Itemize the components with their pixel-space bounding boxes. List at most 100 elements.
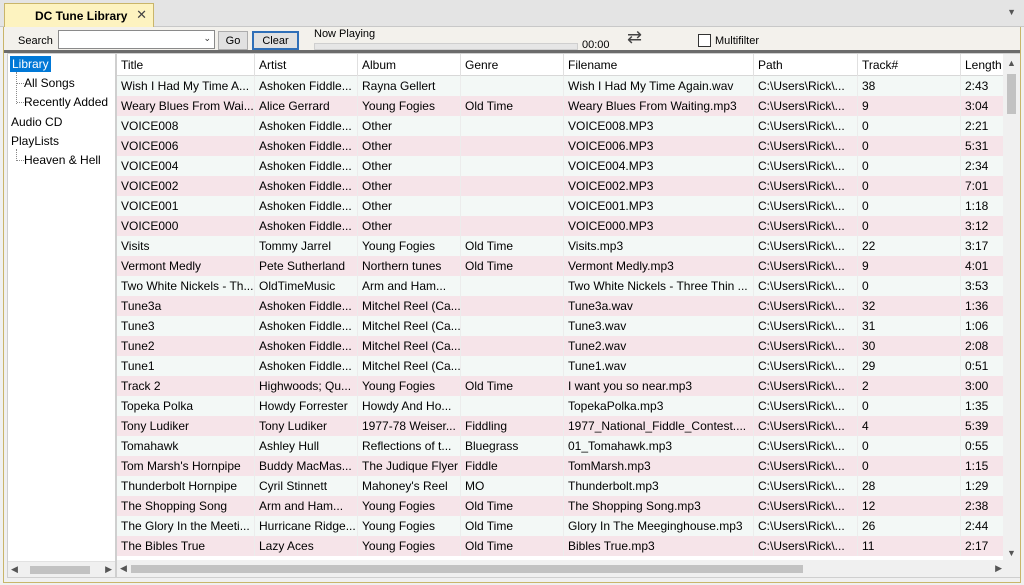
column-header-filename[interactable]: Filename xyxy=(564,54,754,76)
column-header-path[interactable]: Path xyxy=(754,54,858,76)
shuffle-icon[interactable]: ⇄ xyxy=(627,27,642,48)
cell-genre xyxy=(461,136,564,156)
scroll-down-icon[interactable]: ▼ xyxy=(1007,548,1016,558)
table-row[interactable]: Tune1 Ashoken Fiddle... Mitchel Reel (Ca..… xyxy=(117,356,1011,376)
cell-artist: Ashoken Fiddle... xyxy=(255,216,358,236)
scrollbar-thumb[interactable] xyxy=(1007,74,1016,114)
cell-filename: 01_Tomahawk.mp3 xyxy=(564,436,754,456)
column-header-title[interactable]: Title xyxy=(117,54,255,76)
table-row[interactable]: VOICE001 Ashoken Fiddle... Other VOICE001.M… xyxy=(117,196,1011,216)
scroll-left-icon[interactable]: ◀ xyxy=(120,563,127,574)
cell-title: Weary Blues From Wai... xyxy=(117,96,255,116)
tree-item-playlists[interactable]: PlayLists xyxy=(11,133,59,149)
table-row[interactable]: Topeka Polka Howdy Forrester Howdy And Ho.… xyxy=(117,396,1011,416)
go-button[interactable]: Go xyxy=(218,31,248,50)
cell-album: 1977-78 Weiser... xyxy=(358,416,461,436)
cell-path: C:\Users\Rick\... xyxy=(754,76,858,96)
table-row[interactable]: Thunderbolt Hornpipe Cyril Stinnett Mahone… xyxy=(117,476,1011,496)
cell-filename: TomMarsh.mp3 xyxy=(564,456,754,476)
column-header-track[interactable]: Track# xyxy=(858,54,961,76)
table-row[interactable]: Tony Ludiker Tony Ludiker 1977-78 Weiser..… xyxy=(117,416,1011,436)
cell-title: Topeka Polka xyxy=(117,396,255,416)
cell-title: VOICE008 xyxy=(117,116,255,136)
cell-artist: Hurricane Ridge... xyxy=(255,516,358,536)
cell-album: Howdy And Ho... xyxy=(358,396,461,416)
cell-title: Tune3 xyxy=(117,316,255,336)
table-row[interactable]: Tomahawk Ashley Hull Reflections of t... Bl… xyxy=(117,436,1011,456)
cell-genre: Fiddle xyxy=(461,456,564,476)
column-header-artist[interactable]: Artist xyxy=(255,54,358,76)
cell-title: Tune2 xyxy=(117,336,255,356)
tree-item-audio-cd[interactable]: Audio CD xyxy=(11,114,62,130)
search-combobox[interactable]: ⌄ xyxy=(58,30,215,49)
cell-track: 11 xyxy=(858,536,961,556)
table-row[interactable]: The Glory In the Meeti... Hurricane Ridge… xyxy=(117,516,1011,536)
table-row[interactable]: Track 2 Highwoods; Qu... Young Fogies Old T… xyxy=(117,376,1011,396)
tree-item-recently-added[interactable]: Recently Added xyxy=(24,94,108,110)
table-row[interactable]: Tom Marsh's Hornpipe Buddy MacMas... The J… xyxy=(117,456,1011,476)
cell-track: 0 xyxy=(858,176,961,196)
table-row[interactable]: Tune3a Ashoken Fiddle... Mitchel Reel (Ca.… xyxy=(117,296,1011,316)
cell-album: Mahoney's Reel xyxy=(358,476,461,496)
cell-genre xyxy=(461,216,564,236)
scroll-right-icon[interactable]: ▶ xyxy=(105,564,112,575)
cell-album: Other xyxy=(358,176,461,196)
cell-title: Tom Marsh's Hornpipe xyxy=(117,456,255,476)
scroll-left-icon[interactable]: ◀ xyxy=(11,564,18,575)
cell-path: C:\Users\Rick\... xyxy=(754,216,858,236)
cell-title: VOICE006 xyxy=(117,136,255,156)
scroll-right-icon[interactable]: ▶ xyxy=(995,563,1002,574)
table-horizontal-scrollbar[interactable]: ◀ ▶ xyxy=(117,560,1005,577)
cell-filename: Vermont Medly.mp3 xyxy=(564,256,754,276)
scroll-up-icon[interactable]: ▲ xyxy=(1007,58,1016,68)
table-row[interactable]: The Bibles True Lazy Aces Young Fogies Old … xyxy=(117,536,1011,556)
table-row[interactable]: VOICE006 Ashoken Fiddle... Other VOICE006.M… xyxy=(117,136,1011,156)
chevron-down-icon[interactable]: ⌄ xyxy=(203,33,211,44)
cell-artist: Ashoken Fiddle... xyxy=(255,76,358,96)
table-row[interactable]: Tune3 Ashoken Fiddle... Mitchel Reel (Ca..… xyxy=(117,316,1011,336)
table-row[interactable]: Wish I Had My Time A... Ashoken Fiddle...… xyxy=(117,76,1011,96)
dropdown-arrow-icon[interactable]: ▼ xyxy=(1007,7,1016,17)
cell-genre: Bluegrass xyxy=(461,436,564,456)
clear-button[interactable]: Clear xyxy=(252,31,299,50)
cell-filename: Tune2.wav xyxy=(564,336,754,356)
tree-horizontal-scrollbar[interactable]: ◀ ▶ xyxy=(8,561,115,577)
table-row[interactable]: Vermont Medly Pete Sutherland Northern tun… xyxy=(117,256,1011,276)
table-row[interactable]: Visits Tommy Jarrel Young Fogies Old Time Vi… xyxy=(117,236,1011,256)
table-vertical-scrollbar[interactable]: ▲ ▼ xyxy=(1003,54,1020,561)
column-header-genre[interactable]: Genre xyxy=(461,54,564,76)
search-input[interactable] xyxy=(59,31,197,48)
cell-album: Mitchel Reel (Ca... xyxy=(358,336,461,356)
cell-album: Other xyxy=(358,196,461,216)
cell-filename: Bibles True.mp3 xyxy=(564,536,754,556)
scrollbar-thumb[interactable] xyxy=(30,566,90,574)
cell-artist: Ashley Hull xyxy=(255,436,358,456)
tree-item-all-songs[interactable]: All Songs xyxy=(24,75,75,91)
cell-album: Reflections of t... xyxy=(358,436,461,456)
cell-genre: Old Time xyxy=(461,496,564,516)
table-row[interactable]: Tune2 Ashoken Fiddle... Mitchel Reel (Ca..… xyxy=(117,336,1011,356)
table-row[interactable]: VOICE008 Ashoken Fiddle... Other VOICE008.M… xyxy=(117,116,1011,136)
cell-album: Mitchel Reel (Ca... xyxy=(358,316,461,336)
scrollbar-thumb[interactable] xyxy=(131,565,803,573)
tab-dc-tune-library[interactable]: DC Tune Library ✕ xyxy=(4,3,154,27)
table-row[interactable]: VOICE002 Ashoken Fiddle... Other VOICE002.M… xyxy=(117,176,1011,196)
cell-track: 0 xyxy=(858,196,961,216)
tree-item-heaven-hell[interactable]: Heaven & Hell xyxy=(24,152,101,168)
cell-path: C:\Users\Rick\... xyxy=(754,256,858,276)
multifilter-checkbox[interactable]: Multifilter xyxy=(698,34,759,47)
column-header-album[interactable]: Album xyxy=(358,54,461,76)
table-row[interactable]: Two White Nickels - Th... OldTimeMusic Arm… xyxy=(117,276,1011,296)
close-icon[interactable]: ✕ xyxy=(136,7,147,23)
cell-album: Mitchel Reel (Ca... xyxy=(358,356,461,376)
table-row[interactable]: The Shopping Song Arm and Ham... Young Fog… xyxy=(117,496,1011,516)
song-table: Title Artist Album Genre Filename Path Track# L… xyxy=(116,53,1021,578)
table-row[interactable]: Weary Blues From Wai... Alice Gerrard Youn… xyxy=(117,96,1011,116)
table-row[interactable]: VOICE004 Ashoken Fiddle... Other VOICE004.M… xyxy=(117,156,1011,176)
playback-progress-bar[interactable] xyxy=(314,43,578,50)
checkbox-box[interactable] xyxy=(698,34,711,47)
cell-title: VOICE001 xyxy=(117,196,255,216)
table-row[interactable]: VOICE000 Ashoken Fiddle... Other VOICE000.M… xyxy=(117,216,1011,236)
cell-track: 0 xyxy=(858,216,961,236)
tree-item-library[interactable]: Library xyxy=(10,56,51,72)
